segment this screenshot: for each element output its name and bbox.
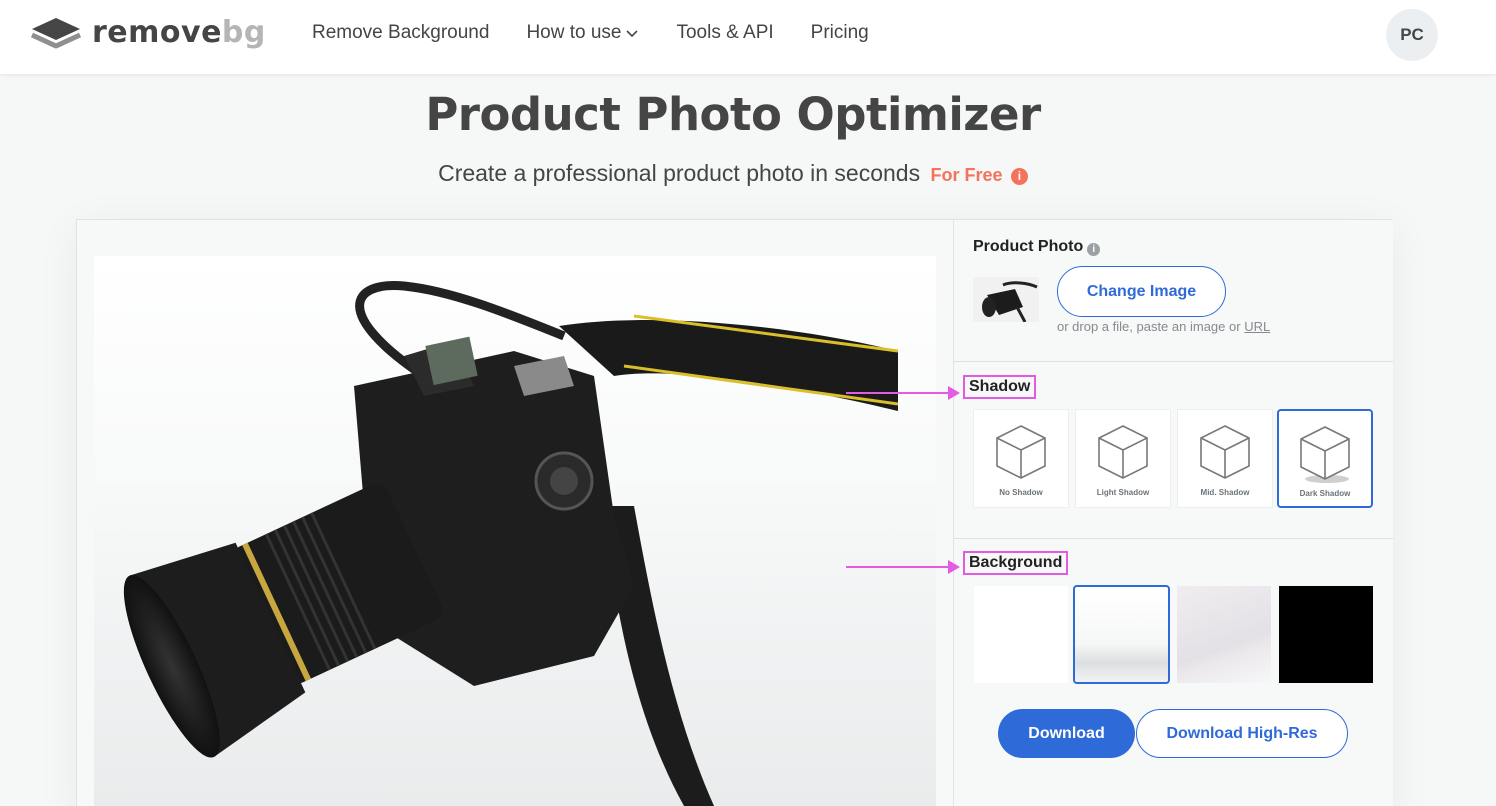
subtitle-text: Create a professional product photo in s… — [438, 160, 921, 186]
shadow-option-label: No Shadow — [999, 488, 1043, 497]
product-photo-label: Product Photo — [973, 238, 1084, 255]
arrow-right-icon — [846, 386, 960, 400]
main-nav: Remove Background How to use Tools & API… — [312, 22, 869, 44]
background-option-light-gray-room[interactable] — [1177, 586, 1271, 683]
arrow-right-icon — [846, 560, 960, 574]
chevron-down-icon — [626, 30, 639, 38]
user-avatar[interactable]: PC — [1386, 9, 1438, 61]
free-badge: For Free — [930, 165, 1003, 185]
divider — [953, 538, 1393, 539]
background-option-white[interactable] — [974, 586, 1068, 683]
nav-pricing[interactable]: Pricing — [811, 22, 869, 44]
cube-icon — [996, 425, 1046, 479]
url-link[interactable]: URL — [1244, 319, 1270, 334]
drop-hint-text: or drop a file, paste an image or — [1057, 319, 1241, 334]
cube-icon — [1098, 425, 1148, 479]
shadow-option-light[interactable]: Light Shadow — [1075, 409, 1171, 508]
product-thumbnail — [973, 277, 1039, 322]
info-icon[interactable]: i — [1010, 168, 1028, 185]
shadow-option-label: Dark Shadow — [1299, 489, 1351, 498]
shadow-heading: Shadow — [962, 375, 1037, 399]
logo-wordmark: removebg — [92, 14, 266, 50]
divider — [953, 361, 1393, 362]
shadow-option-label: Mid. Shadow — [1200, 488, 1250, 497]
top-navigation-bar: removebg Remove Background How to use To… — [0, 0, 1496, 74]
shadow-option-mid[interactable]: Mid. Shadow — [1177, 409, 1273, 508]
product-preview-image — [94, 256, 936, 806]
nav-tools-api[interactable]: Tools & API — [676, 22, 773, 44]
nav-how-to-use[interactable]: How to use — [526, 22, 639, 44]
background-heading: Background — [962, 551, 1069, 575]
download-button[interactable]: Download — [998, 709, 1135, 758]
shadow-option-dark[interactable]: Dark Shadow — [1277, 409, 1373, 508]
drop-hint: or drop a file, paste an image or URL — [1057, 319, 1270, 334]
removebg-logo[interactable]: removebg — [30, 14, 266, 50]
page-subtitle: Create a professional product photo in s… — [0, 160, 1466, 187]
nav-how-to-use-label: How to use — [526, 22, 622, 43]
background-option-black[interactable] — [1279, 586, 1373, 683]
download-high-res-button[interactable]: Download High-Res — [1136, 709, 1348, 758]
nav-remove-background[interactable]: Remove Background — [312, 22, 489, 44]
change-image-button[interactable]: Change Image — [1057, 266, 1226, 317]
shadow-option-none[interactable]: No Shadow — [973, 409, 1069, 508]
cube-icon — [1300, 426, 1350, 483]
page-title: Product Photo Optimizer — [425, 88, 1041, 141]
shadow-option-label: Light Shadow — [1096, 488, 1150, 497]
background-option-white-gradient[interactable] — [1073, 585, 1170, 684]
product-photo-heading: Product Photo i — [973, 238, 1101, 256]
cube-icon — [1200, 425, 1250, 479]
info-icon[interactable]: i — [1087, 243, 1101, 256]
layers-icon — [30, 18, 82, 49]
